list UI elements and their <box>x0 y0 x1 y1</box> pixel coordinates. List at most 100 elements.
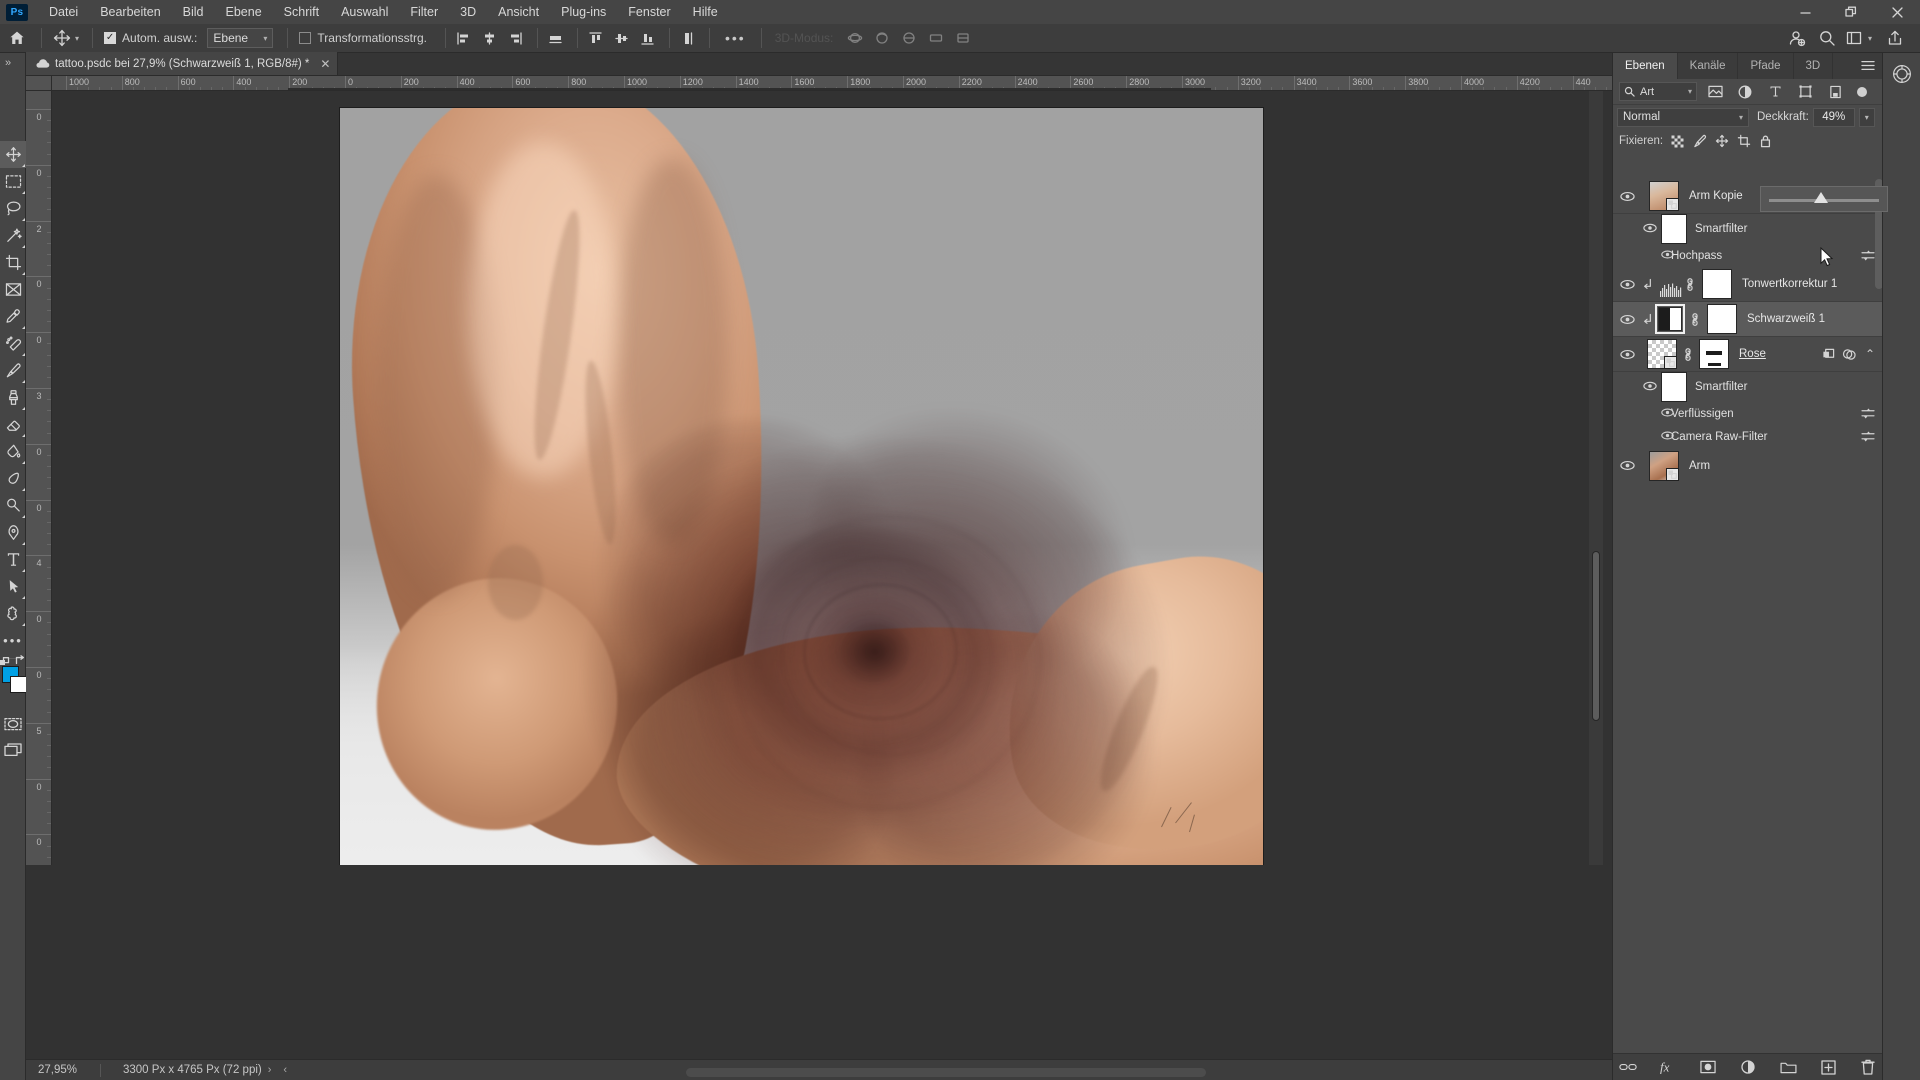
menu-auswahl[interactable]: Auswahl <box>330 0 399 24</box>
clone-stamp-tool[interactable] <box>0 384 26 411</box>
layer-thumbnail[interactable] <box>1647 339 1677 369</box>
healing-brush-tool[interactable] <box>0 330 26 357</box>
export-icon[interactable] <box>1878 27 1912 49</box>
fx-indicator-icon[interactable] <box>1842 348 1856 361</box>
pen-tool[interactable] <box>0 519 26 546</box>
document-artboard[interactable] <box>340 108 1263 865</box>
layer-name[interactable]: Tonwertkorrektur 1 <box>1732 278 1837 290</box>
distribute-horizontal-icon[interactable] <box>545 27 567 49</box>
lock-image-icon[interactable] <box>1692 133 1707 149</box>
eraser-tool[interactable] <box>0 411 26 438</box>
lock-position-icon[interactable] <box>1714 133 1729 149</box>
orbit-3d-icon[interactable] <box>844 27 866 49</box>
filter-row-verfluessigen[interactable]: Verflüssigen <box>1613 402 1883 425</box>
lock-all-icon[interactable] <box>1758 133 1773 149</box>
ruler-corner[interactable] <box>26 76 52 91</box>
layer-visibility-toggle[interactable] <box>1643 223 1657 233</box>
dodge-tool[interactable] <box>0 492 26 519</box>
lock-transparency-icon[interactable] <box>1670 133 1685 149</box>
move-tool[interactable] <box>0 141 26 168</box>
menu-bild[interactable]: Bild <box>172 0 215 24</box>
swap-colors-icon[interactable] <box>15 655 26 666</box>
transform-controls-checkbox[interactable]: Transformationsstrg. <box>295 31 431 45</box>
background-color-swatch[interactable] <box>10 676 27 693</box>
type-filter-icon[interactable] <box>1763 82 1787 102</box>
layer-mask-thumbnail[interactable] <box>1702 269 1732 299</box>
smart-filter-mask-thumbnail[interactable] <box>1661 214 1687 244</box>
filter-row-hochpass[interactable]: Hochpass <box>1613 244 1883 267</box>
adjustment-filter-icon[interactable] <box>1733 82 1757 102</box>
status-next-arrow-icon[interactable]: › <box>262 1064 278 1076</box>
tool-preset-chevron-icon[interactable]: ▾ <box>75 34 79 43</box>
type-tool[interactable] <box>0 546 26 573</box>
opacity-chevron-icon[interactable]: ▾ <box>1858 107 1875 127</box>
adjustment-layer-icon[interactable] <box>1739 1058 1757 1076</box>
layer-visibility-toggle[interactable] <box>1643 381 1657 391</box>
layer-visibility-toggle[interactable] <box>1613 349 1641 360</box>
zoom-level[interactable]: 27,95% <box>26 1064 100 1076</box>
more-options-button[interactable]: ••• <box>717 30 754 46</box>
mask-badge-icon[interactable] <box>1822 348 1835 361</box>
link-mask-icon[interactable] <box>1682 347 1694 361</box>
filter-row-camera-raw[interactable]: Camera Raw-Filter <box>1613 425 1883 448</box>
color-wheel-icon[interactable] <box>1883 57 1920 91</box>
pixel-filter-icon[interactable] <box>1703 82 1727 102</box>
menu-bearbeiten[interactable]: Bearbeiten <box>89 0 171 24</box>
layer-mask-thumbnail[interactable] <box>1699 339 1729 369</box>
menu-3d[interactable]: 3D <box>449 0 487 24</box>
tab-pfade[interactable]: Pfade <box>1738 53 1794 79</box>
screen-mode-button[interactable] <box>0 737 26 764</box>
menu-ebene[interactable]: Ebene <box>215 0 273 24</box>
workspace-switcher-icon[interactable] <box>1842 27 1868 49</box>
layer-mask-thumbnail[interactable] <box>1707 304 1737 334</box>
more-tools-button[interactable]: ••• <box>0 627 26 654</box>
frame-tool[interactable] <box>0 276 26 303</box>
filter-toggle-switch[interactable] <box>1857 82 1868 102</box>
layer-filter-dropdown[interactable]: Art ▾ <box>1619 82 1697 101</box>
workspace-chevron-icon[interactable]: ▾ <box>1868 34 1872 43</box>
filter-settings-icon[interactable] <box>1861 408 1875 419</box>
layer-row-tonwertkorrektur-1[interactable]: Tonwertkorrektur 1 <box>1613 267 1883 302</box>
menu-hilfe[interactable]: Hilfe <box>682 0 729 24</box>
gradient-tool[interactable] <box>0 438 26 465</box>
opacity-slider-popup[interactable] <box>1760 186 1888 212</box>
close-icon[interactable]: ✕ <box>320 57 330 71</box>
new-layer-icon[interactable] <box>1819 1058 1837 1076</box>
home-icon[interactable] <box>0 24 34 53</box>
share-icon[interactable] <box>1782 27 1812 49</box>
expand-collapse-chevron-icon[interactable]: ⌃ <box>1863 347 1877 361</box>
distribute-vertical-icon[interactable] <box>677 27 699 49</box>
scale-3d-icon[interactable] <box>952 27 974 49</box>
blur-tool[interactable] <box>0 465 26 492</box>
auto-select-checkbox[interactable]: ✓ Autom. ausw.: <box>100 31 201 45</box>
expand-panels-icon[interactable]: » <box>5 57 11 69</box>
shape-filter-icon[interactable] <box>1793 82 1817 102</box>
filter-visibility-toggle[interactable] <box>1661 250 1674 259</box>
menu-schrift[interactable]: Schrift <box>273 0 330 24</box>
menu-datei[interactable]: Datei <box>38 0 89 24</box>
menu-filter[interactable]: Filter <box>399 0 449 24</box>
layer-name[interactable]: Schwarzweiß 1 <box>1737 313 1825 325</box>
align-right-icon[interactable] <box>505 27 527 49</box>
scrollbar-thumb[interactable] <box>1592 551 1600 721</box>
link-layers-icon[interactable] <box>1619 1058 1637 1076</box>
align-middle-vertical-icon[interactable] <box>611 27 633 49</box>
link-mask-icon[interactable] <box>1689 312 1701 326</box>
link-mask-icon[interactable] <box>1684 277 1696 291</box>
lock-artboard-icon[interactable] <box>1736 133 1751 149</box>
smart-object-filter-icon[interactable] <box>1823 82 1847 102</box>
path-selection-tool[interactable] <box>0 573 26 600</box>
filter-settings-icon[interactable] <box>1861 250 1875 261</box>
align-bottom-icon[interactable] <box>637 27 659 49</box>
delete-layer-icon[interactable] <box>1859 1058 1877 1076</box>
align-left-icon[interactable] <box>453 27 475 49</box>
new-group-icon[interactable] <box>1779 1058 1797 1076</box>
layer-visibility-toggle[interactable] <box>1613 191 1641 202</box>
crop-tool[interactable] <box>0 249 26 276</box>
layer-thumbnail[interactable] <box>1649 450 1679 481</box>
menu-plugins[interactable]: Plug-ins <box>550 0 617 24</box>
opacity-slider-handle[interactable] <box>1814 192 1828 203</box>
filter-visibility-toggle[interactable] <box>1661 431 1674 440</box>
hamburger-icon[interactable] <box>1861 60 1875 71</box>
smartfilter-row-arm-kopie[interactable]: Smartfilter <box>1613 214 1883 244</box>
